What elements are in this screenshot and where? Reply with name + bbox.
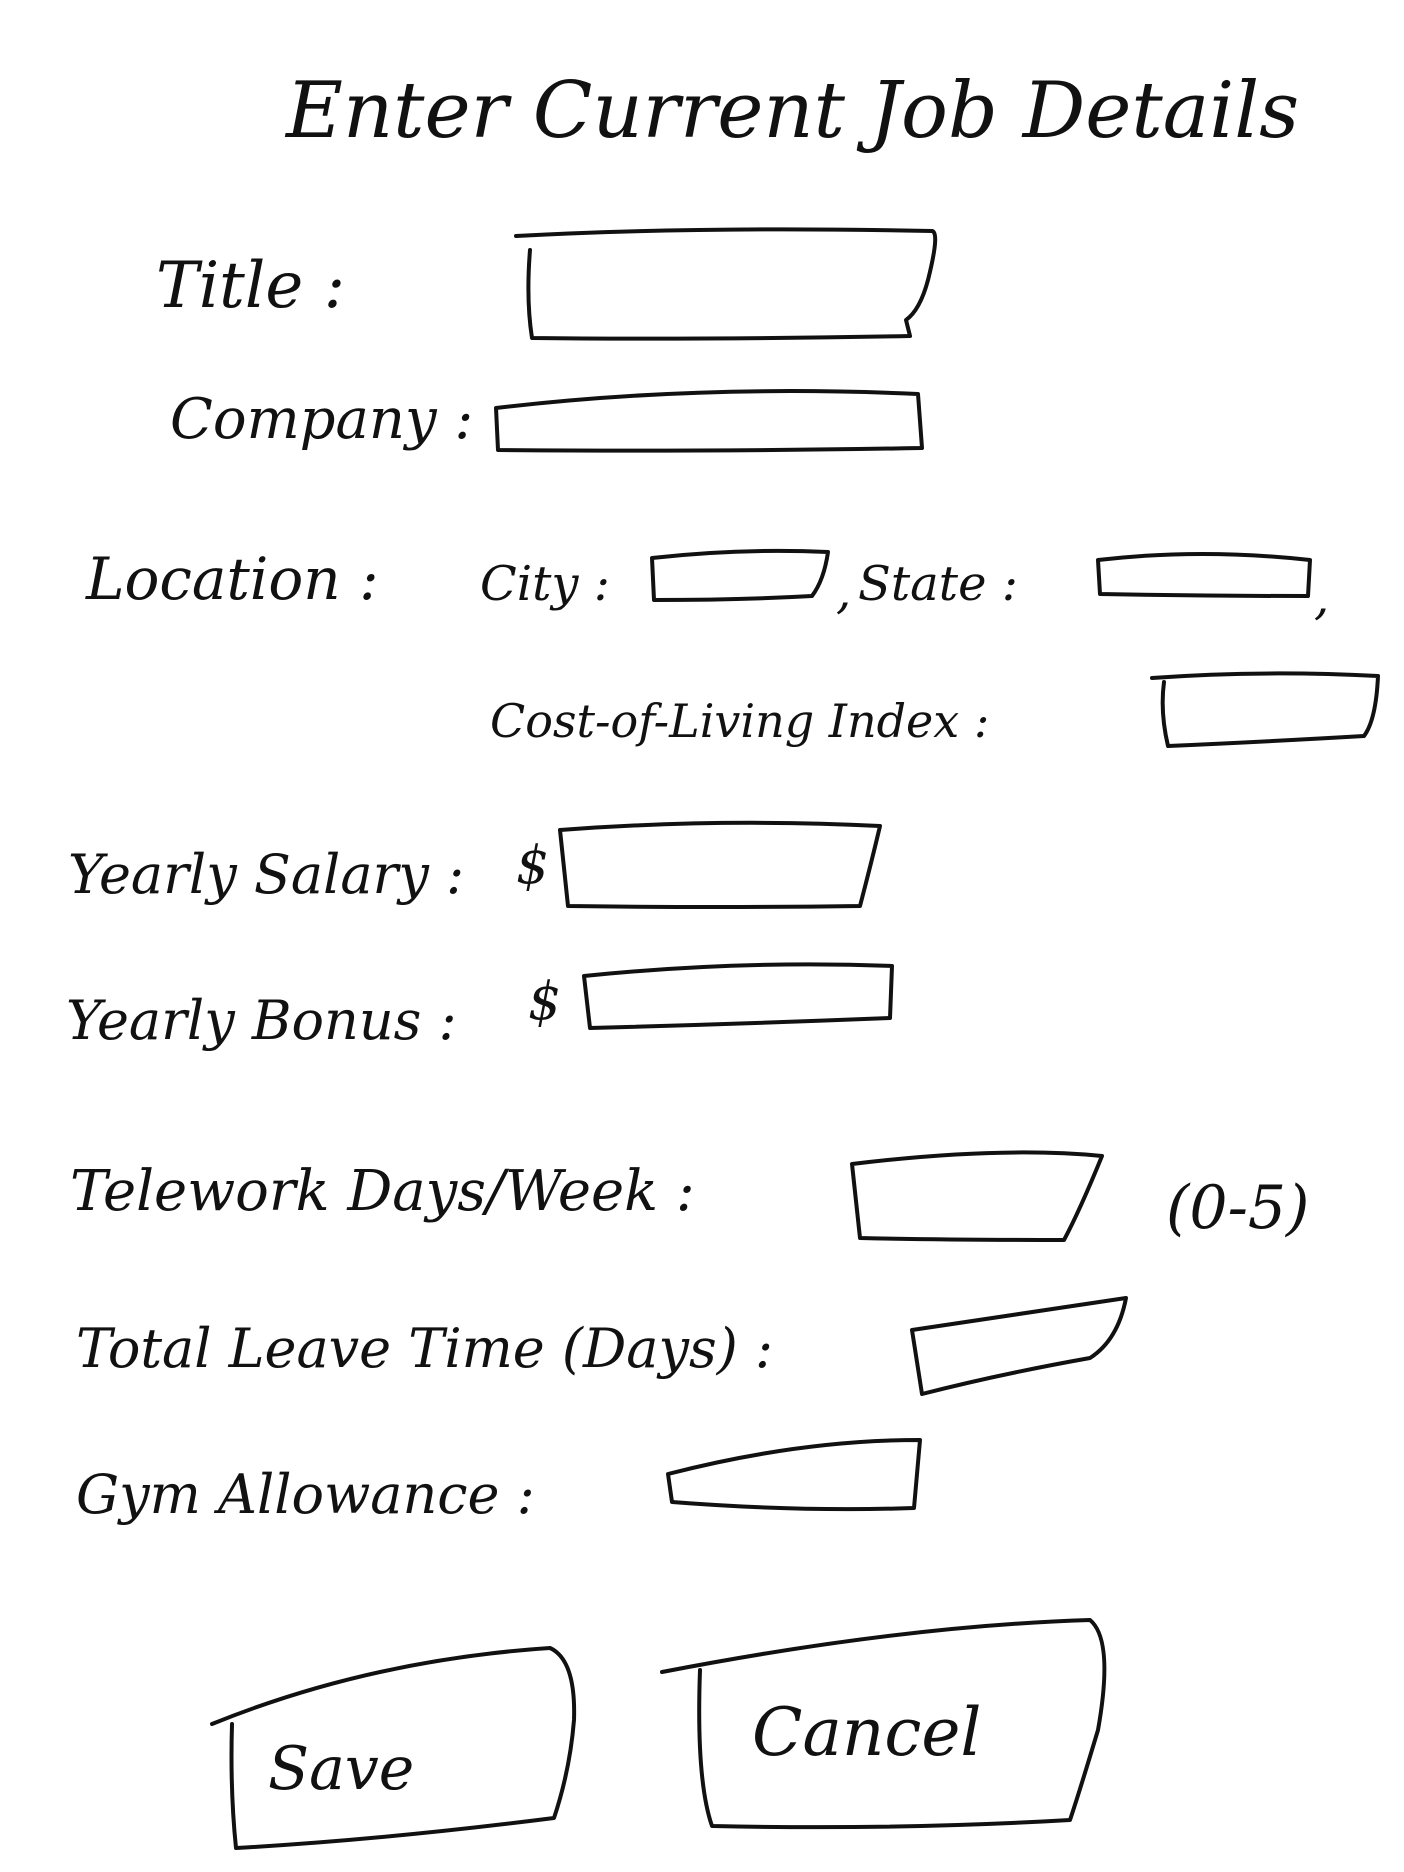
bonus-currency: $ — [528, 972, 562, 1032]
cancel-button[interactable]: Cancel — [704, 1632, 1100, 1824]
company-label: Company : — [170, 387, 474, 452]
leave-input[interactable] — [924, 1326, 1084, 1382]
save-button[interactable]: Save — [236, 1664, 570, 1840]
location-label: Location : — [86, 545, 379, 613]
col-label: Cost-of-Living Index : — [490, 694, 990, 748]
city-label: City : — [480, 556, 610, 612]
title-input[interactable] — [536, 246, 916, 330]
salary-label: Yearly Salary : — [68, 843, 465, 906]
telework-label: Telework Days/Week : — [70, 1159, 695, 1224]
telework-range-hint: (0-5) — [1166, 1173, 1310, 1243]
state-label: State : — [858, 556, 1018, 612]
salary-currency: $ — [516, 836, 550, 896]
salary-input[interactable] — [566, 830, 862, 902]
state-trailing-comma: , — [1314, 570, 1330, 626]
leave-label: Total Leave Time (Days) : — [76, 1317, 774, 1380]
state-input[interactable] — [1102, 562, 1306, 594]
gym-label: Gym Allowance : — [76, 1463, 535, 1526]
cancel-button-label: Cancel — [752, 1694, 982, 1771]
save-button-label: Save — [268, 1734, 415, 1804]
form-title: Enter Current Job Details — [286, 66, 1300, 156]
col-input[interactable] — [1168, 680, 1368, 740]
bonus-input[interactable] — [592, 970, 886, 1024]
bonus-label: Yearly Bonus : — [66, 989, 457, 1052]
gym-input[interactable] — [676, 1452, 910, 1504]
title-label: Title : — [156, 249, 346, 323]
company-input[interactable] — [502, 400, 914, 446]
city-input[interactable] — [656, 556, 816, 598]
city-state-separator: , — [836, 564, 852, 620]
telework-input[interactable] — [862, 1162, 1062, 1236]
